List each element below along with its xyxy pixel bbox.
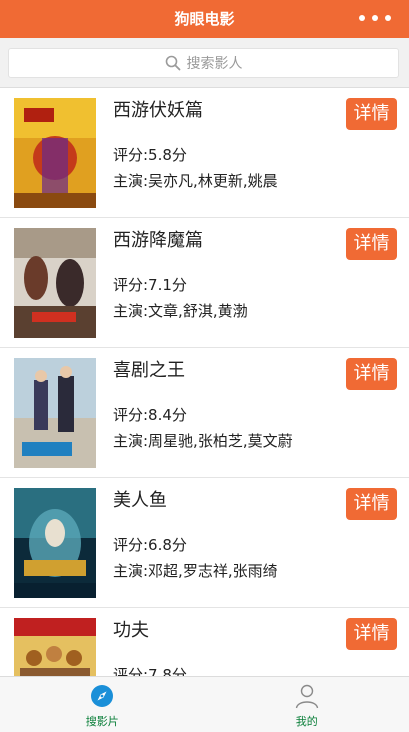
- movie-poster[interactable]: [14, 98, 96, 208]
- movie-title: 西游降魔篇: [113, 230, 203, 251]
- movie-cast: 主演:文章,舒淇,黄渤: [113, 302, 248, 320]
- movie-title: 西游伏妖篇: [113, 100, 203, 121]
- compass-icon: [91, 685, 114, 707]
- movie-item[interactable]: 喜剧之王 评分:8.4分 主演:周星驰,张柏芝,莫文蔚 详情: [0, 348, 409, 478]
- movie-cast: 主演:周星驰,张柏芝,莫文蔚: [113, 432, 293, 450]
- detail-button[interactable]: 详情: [346, 488, 397, 520]
- search-bar: 搜索影人: [0, 38, 409, 88]
- movie-score: 评分:6.8分: [113, 536, 187, 554]
- search-input[interactable]: 搜索影人: [8, 48, 399, 78]
- movie-score: 评分:8.4分: [113, 406, 187, 424]
- movie-poster[interactable]: [14, 488, 96, 598]
- movie-cast: 主演:邓超,罗志祥,张雨绮: [113, 562, 278, 580]
- search-icon: [165, 55, 180, 71]
- tab-bar: 搜影片 我的: [0, 676, 409, 732]
- app-title: 狗眼电影: [174, 10, 235, 28]
- movie-item[interactable]: 美人鱼 评分:6.8分 主演:邓超,罗志祥,张雨绮 详情: [0, 478, 409, 608]
- movie-item[interactable]: 功夫 评分:7.8分 详情: [0, 608, 409, 676]
- movie-item[interactable]: 西游伏妖篇 评分:5.8分 主演:吴亦凡,林更新,姚晨 详情: [0, 88, 409, 218]
- search-placeholder: 搜索影人: [186, 56, 243, 72]
- tab-search-movies[interactable]: 搜影片: [0, 677, 205, 732]
- movie-poster[interactable]: [14, 358, 96, 468]
- detail-button[interactable]: 详情: [346, 228, 397, 260]
- movie-cast: 主演:吴亦凡,林更新,姚晨: [113, 172, 278, 190]
- movie-score: 评分:7.8分: [113, 666, 187, 676]
- movie-title: 美人鱼: [113, 490, 167, 511]
- app: 狗眼电影 搜索影人 西游伏妖篇 评分:5.8分 主演:吴亦凡,林更新,姚晨 详情…: [0, 0, 409, 732]
- movie-score: 评分:7.1分: [113, 276, 187, 294]
- movie-poster[interactable]: [14, 618, 96, 676]
- user-icon: [295, 684, 318, 709]
- detail-button[interactable]: 详情: [346, 98, 397, 130]
- tab-label: 搜影片: [85, 715, 119, 728]
- movie-poster[interactable]: [14, 228, 96, 338]
- header-bar: 狗眼电影: [0, 0, 409, 38]
- movie-list: 西游伏妖篇 评分:5.8分 主演:吴亦凡,林更新,姚晨 详情 西游降魔篇 评分:…: [0, 88, 409, 676]
- tab-mine[interactable]: 我的: [205, 677, 409, 732]
- movie-title: 功夫: [113, 620, 149, 641]
- movie-score: 评分:5.8分: [113, 146, 187, 164]
- detail-button[interactable]: 详情: [346, 618, 397, 650]
- detail-button[interactable]: 详情: [346, 358, 397, 390]
- movie-title: 喜剧之王: [113, 360, 185, 381]
- tab-label: 我的: [295, 715, 318, 728]
- movie-item[interactable]: 西游降魔篇 评分:7.1分 主演:文章,舒淇,黄渤 详情: [0, 218, 409, 348]
- ellipsis-icon[interactable]: [359, 14, 391, 22]
